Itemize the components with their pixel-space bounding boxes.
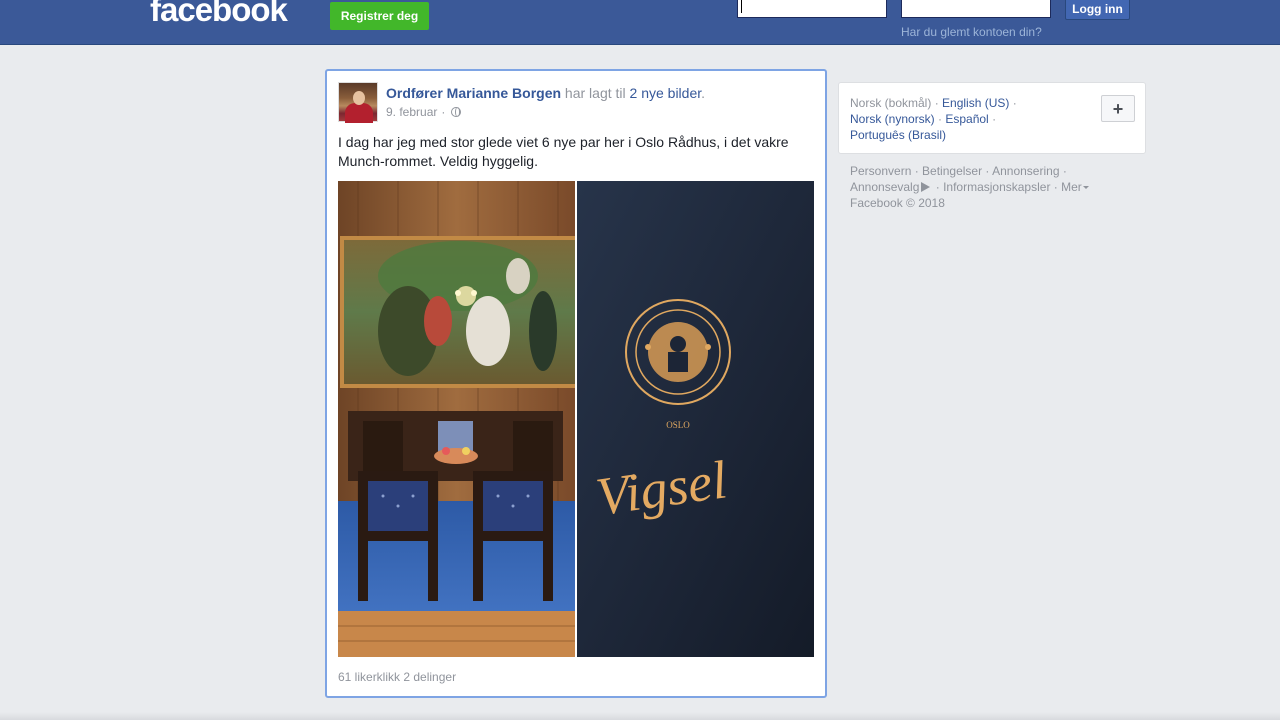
cookies-link[interactable]: Informasjonskapsler (943, 180, 1050, 194)
photo-munch-room[interactable] (338, 181, 575, 657)
more-link[interactable]: Mer (1061, 180, 1082, 194)
meta-separator: · (441, 105, 446, 119)
engagement-bar: 61 likerklikk 2 delinger (338, 670, 456, 684)
likes-count-link[interactable]: 61 likerklikk (338, 670, 400, 684)
adchoices-icon (921, 182, 931, 192)
shares-count-link[interactable]: 2 delinger (403, 670, 456, 684)
forgot-account-link[interactable]: Har du glemt kontoen din? (901, 25, 1042, 39)
photo-vigsel-folder[interactable]: OSLO Vigsel (577, 181, 814, 657)
language-english-us[interactable]: English (US) (942, 96, 1009, 110)
post-text: I dag har jeg med stor glede viet 6 nye … (338, 134, 789, 169)
advertising-link[interactable]: Annonsering (992, 164, 1059, 178)
language-portugues-brasil[interactable]: Português (Brasil) (850, 128, 946, 142)
post-card: Ordfører Marianne Borgen har lagt til 2 … (325, 69, 827, 698)
adchoices-link[interactable]: Annonsevalg (850, 180, 919, 194)
language-norsk-nynorsk[interactable]: Norsk (nynorsk) (850, 112, 935, 126)
language-espanol[interactable]: Español (945, 112, 988, 126)
author-name-link[interactable]: Ordfører Marianne Borgen (386, 85, 561, 101)
post-date-link[interactable]: 9. februar (386, 105, 437, 119)
add-language-button[interactable]: + (1101, 95, 1135, 122)
globe-icon[interactable] (451, 107, 462, 117)
language-current: Norsk (bokmål) (850, 96, 932, 110)
post-meta: 9. februar · (386, 105, 462, 119)
facebook-logo[interactable]: facebook (150, 0, 288, 30)
footer-links: Personvern · Betingelser · Annonsering ·… (850, 163, 1130, 211)
bottom-edge (0, 712, 1280, 720)
register-button[interactable]: Registrer deg (330, 2, 429, 30)
language-selector-box: Norsk (bokmål) · English (US) · Norsk (n… (838, 82, 1146, 154)
login-button[interactable]: Logg inn (1065, 0, 1130, 20)
top-bar: facebook Registrer deg Logg inn Har du g… (0, 0, 1280, 45)
text-cursor (741, 0, 742, 13)
terms-link[interactable]: Betingelser (922, 164, 982, 178)
new-photos-link[interactable]: 2 nye bilder (630, 85, 702, 101)
author-avatar[interactable] (338, 82, 378, 123)
post-header: Ordfører Marianne Borgen har lagt til 2 … (386, 84, 816, 102)
password-field[interactable] (901, 0, 1051, 18)
chevron-down-icon (1082, 186, 1089, 189)
language-list: Norsk (bokmål) · English (US) · Norsk (n… (850, 96, 1017, 142)
seal-text: OSLO (666, 420, 690, 430)
copyright-text: Facebook © 2018 (850, 196, 945, 210)
email-field[interactable] (737, 0, 887, 18)
privacy-link[interactable]: Personvern (850, 164, 911, 178)
action-text: har lagt til (561, 85, 630, 101)
action-suffix: . (701, 85, 706, 101)
